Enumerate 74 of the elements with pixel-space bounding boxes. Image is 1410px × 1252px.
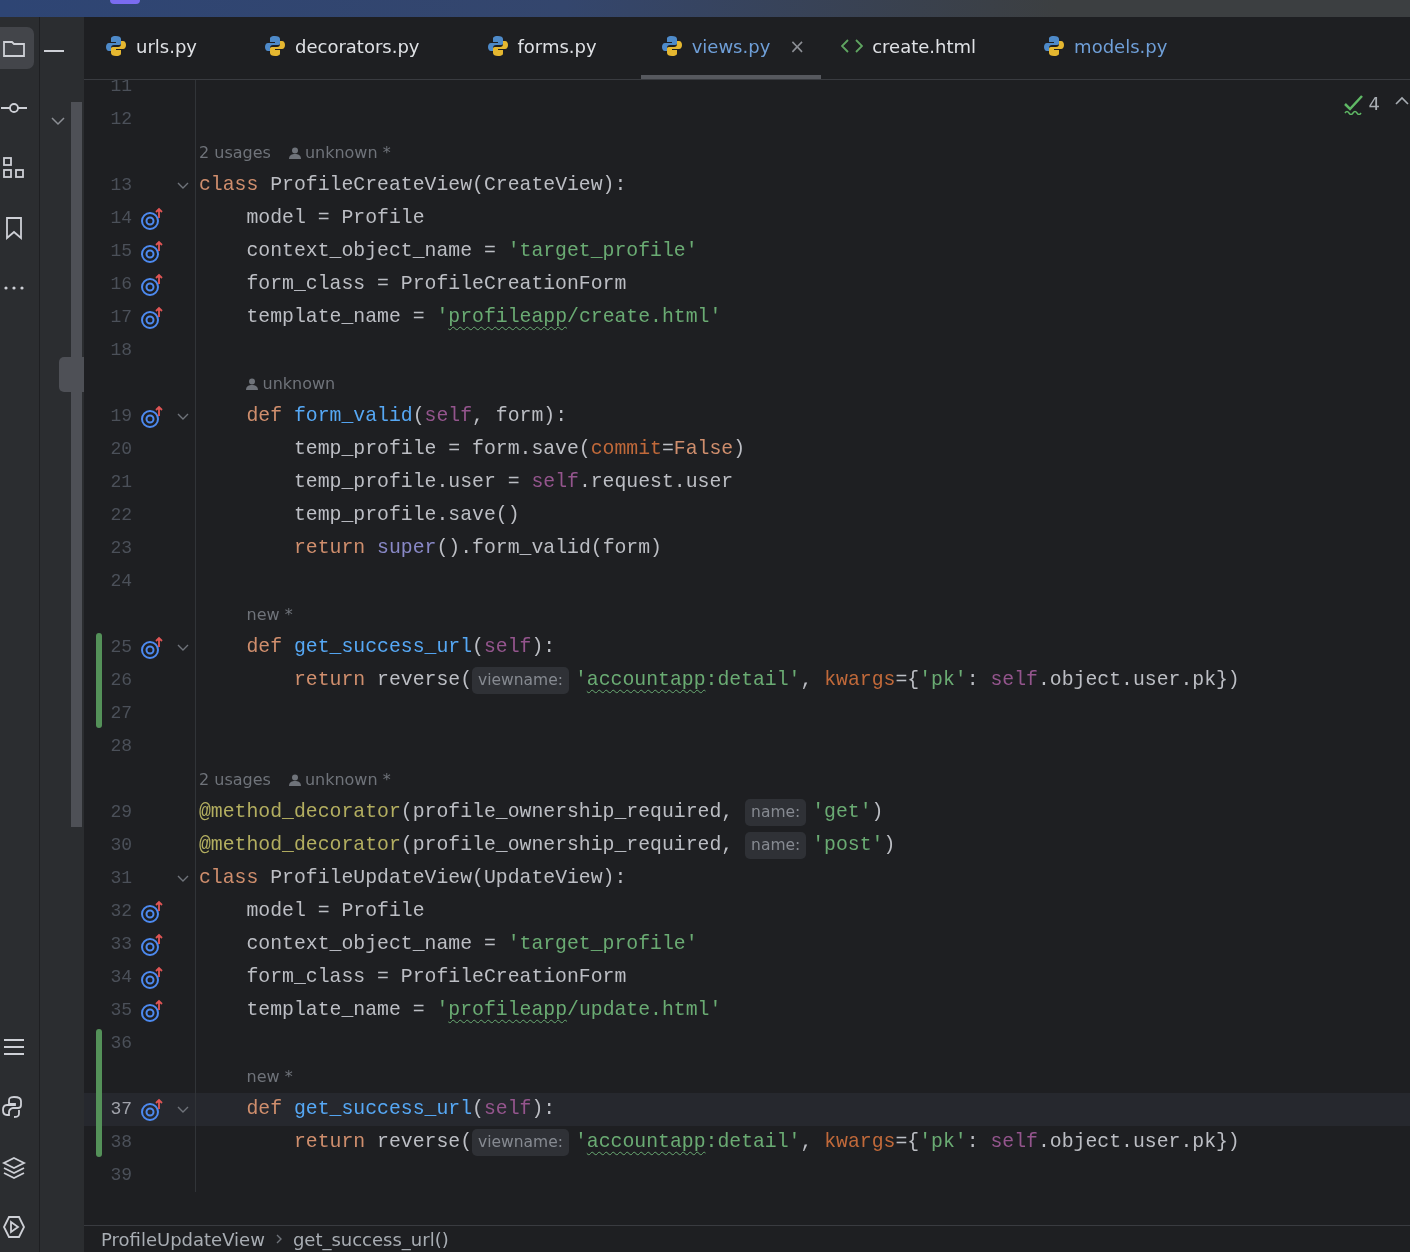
code-text: return super().form_valid(form) (293, 535, 662, 561)
override-icon[interactable] (140, 899, 164, 924)
override-icon[interactable] (140, 965, 164, 990)
project-badge (110, 0, 140, 4)
code-text: form_class = ProfileCreationForm (246, 964, 627, 990)
code-text: model = Profile (246, 898, 425, 924)
close-icon[interactable]: × (789, 31, 806, 61)
breadcrumb[interactable]: ProfileUpdateView (101, 1225, 265, 1252)
author-hint[interactable]: unknown (246, 371, 336, 396)
line-number: 37 (109, 1098, 132, 1121)
file-tab[interactable]: views.py × (640, 17, 822, 79)
python-file-icon (264, 35, 286, 57)
override-icon[interactable] (140, 932, 164, 957)
python-file-icon (105, 35, 127, 57)
override-icon[interactable] (140, 206, 164, 231)
override-icon[interactable] (140, 998, 164, 1023)
author-hint[interactable]: new * (246, 1064, 293, 1089)
code-text: model = Profile (246, 205, 425, 231)
override-icon[interactable] (140, 635, 164, 660)
override-icon[interactable] (140, 404, 164, 429)
person-icon (288, 773, 301, 786)
parameter-hint: name: (745, 798, 807, 827)
file-tab[interactable]: create.html (838, 17, 977, 79)
code-text: return reverse( (293, 1129, 473, 1155)
python-file-icon (1043, 35, 1066, 57)
chevron-up-icon[interactable] (1394, 95, 1410, 107)
python-file-icon (660, 35, 683, 57)
chevron-down-icon[interactable] (50, 115, 66, 127)
file-tab[interactable]: forms.py (483, 17, 597, 79)
override-icon[interactable] (140, 272, 164, 297)
usages-hint[interactable]: 2 usages (199, 767, 271, 792)
code-text: @method_decorator(profile_ownership_required, (199, 799, 735, 825)
person-icon (288, 146, 301, 159)
html-file-icon (841, 38, 864, 54)
code-text: context_object_name = 'target_profile' (246, 931, 698, 957)
code-text: def get_success_url(self): (246, 1096, 556, 1122)
file-tab[interactable]: urls.py (102, 17, 197, 79)
code-text: 'accountapp:detail', kwargs={'pk': self.object.user.pk}) (574, 667, 1240, 693)
code-text: context_object_name = 'target_profile' (246, 238, 698, 264)
folder-icon[interactable] (0, 27, 34, 69)
code-text: temp_profile.user = self.request.user (293, 469, 734, 495)
code-text: temp_profile.save() (293, 502, 520, 528)
usages-hint[interactable]: 2 usages (199, 140, 271, 165)
breadcrumb[interactable]: get_success_url() (292, 1225, 449, 1252)
parameter-hint: viewname: (472, 666, 569, 695)
code-text: def form_valid(self, form): (246, 403, 567, 429)
chevron-right-icon (274, 1233, 283, 1245)
author-hint[interactable]: unknown * (288, 140, 391, 165)
file-tab[interactable]: decorators.py (261, 17, 420, 79)
scrollbar[interactable] (71, 102, 82, 827)
override-icon[interactable] (140, 1097, 164, 1122)
parameter-hint: viewname: (472, 1128, 569, 1157)
author-hint[interactable]: new * (246, 602, 293, 627)
code-text: 'post') (812, 832, 896, 858)
problem-count[interactable]: 4 (1368, 90, 1380, 117)
code-text: form_class = ProfileCreationForm (246, 271, 627, 297)
code-text: temp_profile = form.save(commit=False) (293, 436, 746, 462)
code-text: template_name = 'profileapp/update.html' (246, 997, 722, 1023)
code-text: @method_decorator(profile_ownership_required, (199, 832, 735, 858)
parameter-hint: name: (745, 831, 807, 860)
code-text: 'get') (812, 799, 884, 825)
resize-handle[interactable] (59, 357, 84, 392)
python-file-icon (486, 35, 509, 57)
person-icon (246, 377, 259, 390)
author-hint[interactable]: unknown * (288, 767, 391, 792)
file-tab[interactable]: models.py (1040, 17, 1168, 79)
override-icon[interactable] (140, 305, 164, 330)
code-text: template_name = 'profileapp/create.html' (246, 304, 722, 330)
code-text: class ProfileUpdateView(UpdateView): (199, 865, 627, 891)
code-text: 'accountapp:detail', kwargs={'pk': self.object.user.pk}) (574, 1129, 1240, 1155)
code-text: return reverse( (293, 667, 473, 693)
code-text: class ProfileCreateView(CreateView): (199, 172, 627, 198)
code-text: def get_success_url(self): (246, 634, 556, 660)
override-icon[interactable] (140, 239, 164, 264)
